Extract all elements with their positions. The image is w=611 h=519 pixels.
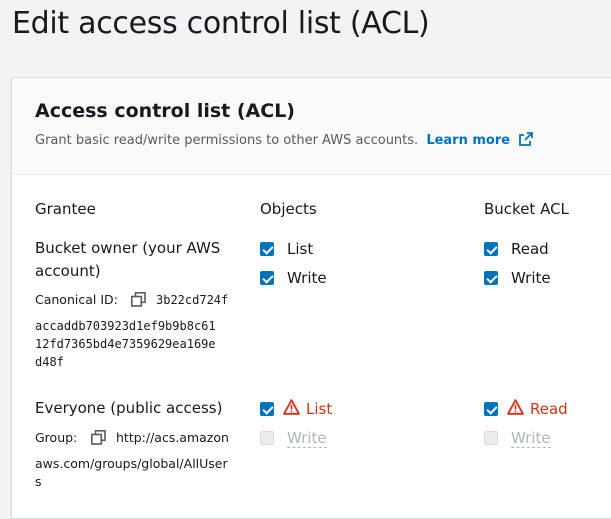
warning-icon — [507, 399, 524, 419]
owner-bucket-read-checkbox[interactable]: Read — [484, 239, 549, 259]
owner-objects-write-checkbox[interactable]: Write — [260, 268, 327, 288]
panel-title: Access control list (ACL) — [35, 100, 295, 122]
page-title: Edit access control list (ACL) — [12, 6, 430, 41]
panel-description-text: Grant basic read/write permissions to ot… — [35, 133, 419, 148]
checkbox — [484, 431, 498, 445]
checkbox-label: Write — [511, 428, 551, 448]
copy-icon[interactable] — [131, 292, 146, 311]
panel-header: Access control list (ACL) Grant basic re… — [12, 78, 611, 175]
everyone-bucket-read-checkbox[interactable]: Read — [484, 399, 568, 419]
canonical-id-line3: 12fd7365bd4e7359629ea169e — [35, 337, 216, 351]
everyone-objects-list-checkbox[interactable]: List — [260, 399, 332, 419]
acl-panel: Access control list (ACL) Grant basic re… — [11, 77, 611, 519]
checkbox[interactable] — [260, 402, 274, 416]
everyone-bucket-write-checkbox: Write — [484, 428, 551, 448]
learn-more-link[interactable]: Learn more — [426, 133, 510, 148]
grantee-owner-name-line1: Bucket owner (your AWS — [35, 239, 221, 257]
checkbox-label: List — [306, 400, 333, 418]
external-link-icon[interactable] — [518, 131, 534, 151]
checkbox-label: List — [287, 240, 314, 258]
group-label: Group: — [35, 430, 78, 445]
column-header-bucket-acl: Bucket ACL — [484, 200, 569, 218]
checkbox[interactable] — [484, 242, 498, 256]
checkbox-label: Write — [287, 428, 327, 448]
owner-bucket-write-checkbox[interactable]: Write — [484, 268, 551, 288]
canonical-id-line4: d48f — [35, 355, 64, 369]
checkbox-label: Read — [530, 400, 568, 418]
checkbox[interactable] — [484, 271, 498, 285]
checkbox — [260, 431, 274, 445]
column-header-objects: Objects — [260, 200, 317, 218]
checkbox[interactable] — [484, 402, 498, 416]
group-uri-line1: http://acs.amazon — [116, 430, 229, 445]
everyone-objects-write-checkbox: Write — [260, 428, 327, 448]
checkbox[interactable] — [260, 242, 274, 256]
canonical-id-line1: 3b22cd724f — [156, 293, 229, 307]
checkbox-label: Read — [511, 240, 549, 258]
panel-description: Grant basic read/write permissions to ot… — [35, 131, 534, 151]
group-uri-line3: s — [35, 474, 42, 489]
grantee-owner-name-line2: account) — [35, 262, 101, 280]
checkbox[interactable] — [260, 271, 274, 285]
checkbox-label: Write — [511, 269, 551, 287]
grantee-everyone-name: Everyone (public access) — [35, 399, 223, 417]
warning-icon — [283, 399, 300, 419]
checkbox-label: Write — [287, 269, 327, 287]
canonical-id-label: Canonical ID: — [35, 292, 118, 307]
column-header-grantee: Grantee — [35, 200, 96, 218]
canonical-id-line2: accaddb703923d1ef9b9b8c61 — [35, 319, 216, 333]
group-uri-line2: aws.com/groups/global/AllUser — [35, 456, 228, 471]
copy-icon[interactable] — [91, 430, 106, 449]
owner-objects-list-checkbox[interactable]: List — [260, 239, 313, 259]
